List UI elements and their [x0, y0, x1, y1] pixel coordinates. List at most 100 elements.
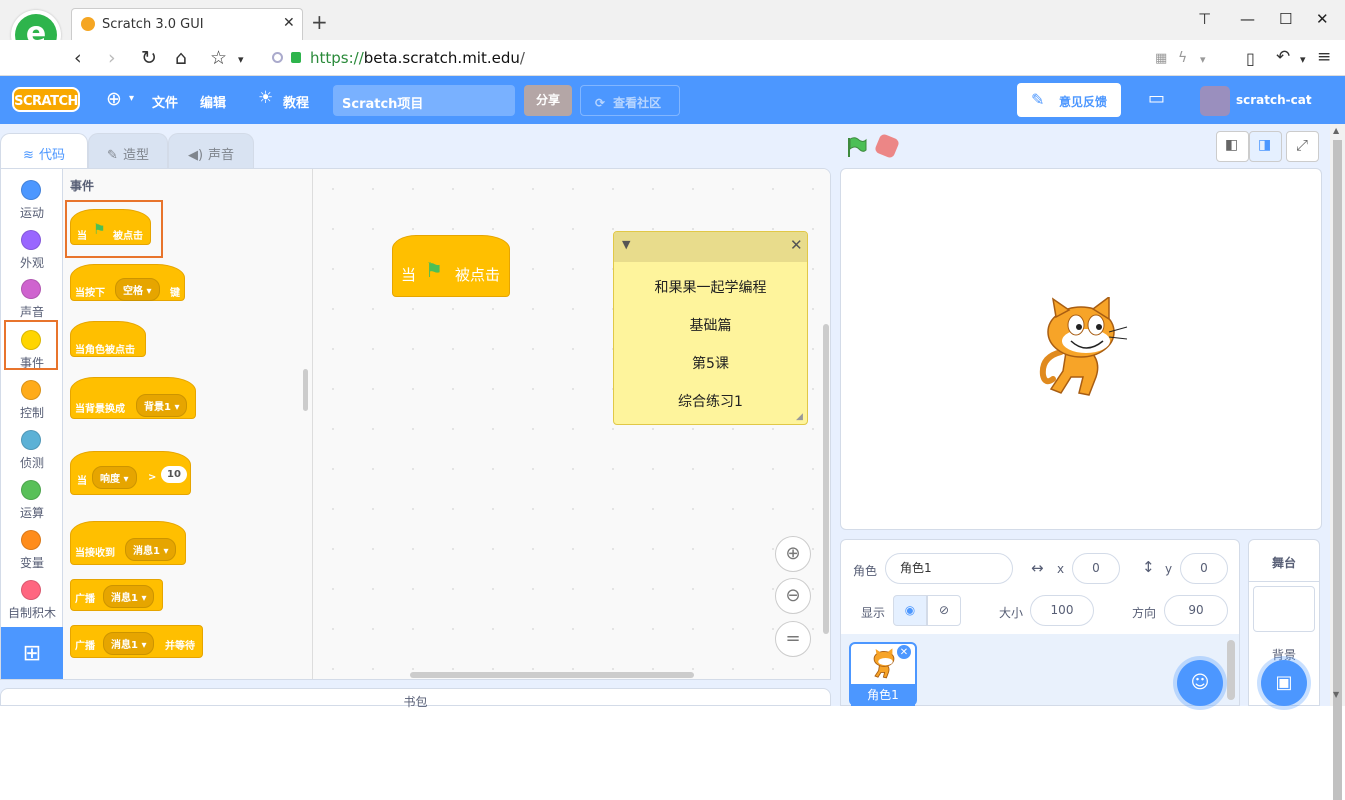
block-when-key-pressed[interactable]: 当按下 空格 ▾ 键: [70, 264, 185, 301]
tab-sounds[interactable]: ◀) 声音: [168, 133, 254, 169]
lightning-dropdown-icon[interactable]: ▾: [1200, 53, 1206, 66]
site-info-icon[interactable]: [272, 52, 283, 63]
user-avatar[interactable]: [1200, 86, 1230, 116]
username[interactable]: scratch-cat: [1236, 93, 1312, 107]
normal-stage-button[interactable]: ◨: [1249, 131, 1282, 162]
favorite-star-icon[interactable]: ☆: [210, 47, 227, 69]
sprite-list-scrollbar[interactable]: [1227, 640, 1235, 700]
block-when-backdrop-switches[interactable]: 当背景换成 背景1 ▾: [70, 377, 196, 419]
block-when-flag-clicked[interactable]: 当 ⚑ 被点击: [70, 209, 151, 245]
scratch-logo[interactable]: SCRATCH: [12, 87, 80, 112]
workspace-horizontal-scrollbar[interactable]: [410, 672, 694, 678]
message-dropdown[interactable]: 消息1 ▾: [125, 538, 177, 561]
favorite-dropdown-icon[interactable]: ▾: [238, 53, 244, 66]
category-sensing[interactable]: 侦测: [1, 424, 63, 474]
file-menu[interactable]: 文件: [152, 92, 178, 111]
browser-menu-icon[interactable]: ≡: [1317, 47, 1331, 67]
sprite-name-input[interactable]: 角色1: [885, 553, 1013, 584]
phone-icon[interactable]: ▯: [1246, 49, 1255, 68]
my-stuff-folder-icon[interactable]: ▭: [1148, 88, 1165, 109]
tab-costumes[interactable]: ✎ 造型: [88, 133, 168, 169]
category-looks[interactable]: 外观: [1, 224, 63, 274]
block-when-sprite-clicked[interactable]: 当角色被点击: [70, 321, 146, 357]
window-close-icon[interactable]: ✕: [1316, 10, 1329, 28]
resize-handle-icon[interactable]: ◢: [796, 412, 803, 422]
qr-code-icon[interactable]: ▦: [1155, 51, 1167, 66]
undo-icon[interactable]: ↶: [1276, 47, 1290, 67]
block-broadcast[interactable]: 广播 消息1 ▾: [70, 579, 163, 611]
delete-sprite-icon[interactable]: ✕: [896, 644, 912, 660]
sensor-dropdown[interactable]: 响度 ▾: [92, 466, 137, 489]
comment-close-icon[interactable]: ✕: [790, 236, 803, 254]
zoom-out-button[interactable]: ⊖: [775, 578, 811, 614]
feedback-button[interactable]: ✎ 意见反馈: [1017, 83, 1121, 117]
broadcast-wait-message-dropdown[interactable]: 消息1 ▾: [103, 632, 155, 655]
backdrop-dropdown[interactable]: 背景1 ▾: [136, 394, 188, 417]
url-host: beta.scratch.mit.edu: [363, 49, 520, 67]
key-dropdown[interactable]: 空格 ▾: [115, 278, 160, 301]
stage-canvas[interactable]: [840, 168, 1322, 530]
home-icon[interactable]: ⌂: [175, 47, 187, 69]
lightning-icon[interactable]: ϟ: [1178, 50, 1187, 66]
green-flag-button[interactable]: [845, 135, 869, 163]
category-sound[interactable]: 声音: [1, 273, 63, 323]
block-when-greater-than[interactable]: 当 响度 ▾ > 10: [70, 451, 191, 495]
category-my-blocks[interactable]: 自制积木: [1, 574, 63, 624]
edit-menu[interactable]: 编辑: [200, 92, 226, 111]
zoom-in-button[interactable]: ⊕: [775, 536, 811, 572]
share-button[interactable]: 分享: [524, 85, 572, 116]
category-operators[interactable]: 运算: [1, 474, 63, 524]
collapse-triangle-icon[interactable]: ▼: [622, 238, 630, 251]
backdrop-thumbnail[interactable]: [1253, 586, 1315, 632]
show-hidden-button[interactable]: ⊘: [927, 595, 961, 626]
size-input[interactable]: 100: [1030, 595, 1094, 626]
zoom-reset-button[interactable]: =: [775, 621, 811, 657]
direction-input[interactable]: 90: [1164, 595, 1228, 626]
forward-icon[interactable]: ›: [108, 47, 116, 69]
x-input[interactable]: 0: [1072, 553, 1120, 584]
add-backdrop-button[interactable]: ▣: [1261, 660, 1307, 706]
block-when-i-receive[interactable]: 当接收到 消息1 ▾: [70, 521, 186, 565]
backpack[interactable]: 书包: [0, 688, 831, 709]
page-scroll-thumb[interactable]: [1333, 140, 1342, 800]
tab-close-icon[interactable]: ✕: [283, 15, 295, 31]
undo-dropdown-icon[interactable]: ▾: [1300, 53, 1306, 66]
account-dropdown-icon[interactable]: ▾: [1306, 94, 1311, 105]
reload-icon[interactable]: ↻: [141, 47, 157, 69]
block-flyout: 事件 当 ⚑ 被点击 当按下 空格 ▾ 键 当角色被点击 当背景换成 背景1 ▾…: [63, 169, 313, 679]
workspace-when-flag-clicked[interactable]: 当 ⚑ 被点击: [392, 235, 510, 297]
comment-header[interactable]: ▼ ✕: [614, 232, 807, 262]
show-visible-button[interactable]: ◉: [893, 595, 927, 626]
y-input[interactable]: 0: [1180, 553, 1228, 584]
workspace-comment[interactable]: ▼ ✕ 和果果一起学编程 基础篇 第5课 综合练习1 ◢: [613, 231, 808, 425]
add-extension-button[interactable]: ⊞: [1, 627, 63, 679]
fullscreen-button[interactable]: ⤢: [1286, 131, 1319, 162]
category-control[interactable]: 控制: [1, 374, 63, 424]
category-motion[interactable]: 运动: [1, 174, 63, 224]
back-icon[interactable]: ‹: [74, 47, 82, 69]
see-community-button[interactable]: ⟳ 查看社区: [580, 85, 680, 116]
category-variables[interactable]: 变量: [1, 524, 63, 574]
flyout-scrollbar[interactable]: [303, 369, 308, 411]
tutorials-menu[interactable]: 教程: [283, 92, 309, 111]
scroll-up-icon[interactable]: ▲: [1333, 126, 1339, 135]
threshold-input[interactable]: 10: [161, 466, 187, 483]
tab-code[interactable]: ≋ 代码: [0, 133, 88, 169]
workspace-vertical-scrollbar[interactable]: [823, 324, 829, 634]
minimize-icon[interactable]: —: [1240, 10, 1255, 28]
new-tab-icon[interactable]: +: [311, 10, 328, 34]
skin-icon[interactable]: ⊤: [1198, 10, 1211, 28]
language-dropdown-icon[interactable]: ▾: [129, 93, 134, 104]
broadcast-message-dropdown[interactable]: 消息1 ▾: [103, 585, 155, 608]
add-sprite-button[interactable]: ☺: [1177, 660, 1223, 706]
scratch-cat-sprite[interactable]: [1031, 297, 1131, 401]
project-title-input[interactable]: Scratch项目: [333, 85, 515, 116]
url-field[interactable]: https://beta.scratch.mit.edu/: [310, 49, 525, 67]
scroll-down-icon[interactable]: ▼: [1333, 690, 1339, 699]
maximize-icon[interactable]: ☐: [1279, 10, 1292, 28]
block-broadcast-and-wait[interactable]: 广播 消息1 ▾ 并等待: [70, 625, 203, 658]
browser-tab[interactable]: Scratch 3.0 GUI ✕: [71, 8, 303, 40]
small-stage-button[interactable]: ◧: [1216, 131, 1249, 162]
page-scrollbar[interactable]: ▲ ▼: [1330, 124, 1345, 800]
language-globe-icon[interactable]: ⊕: [106, 88, 122, 110]
